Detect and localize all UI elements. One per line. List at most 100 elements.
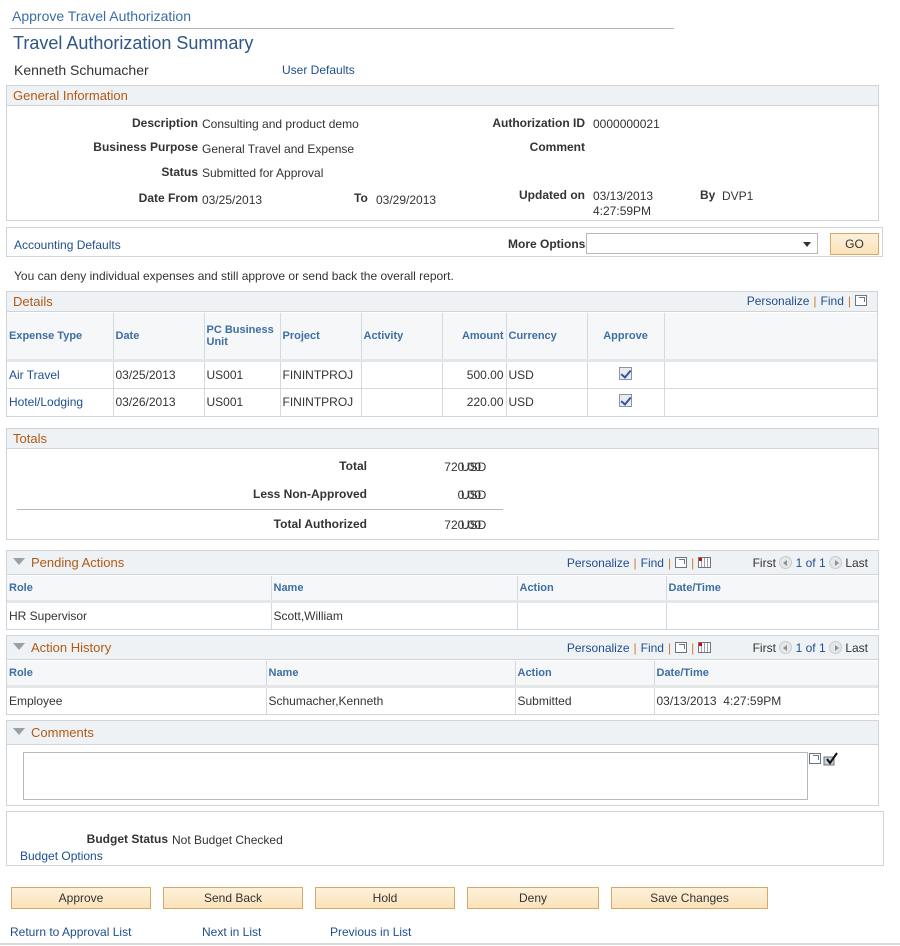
name-cell: Schumacher,Kenneth: [266, 686, 516, 714]
column-header[interactable]: Project: [280, 313, 362, 362]
updated-by-value: DVP1: [722, 189, 754, 203]
description-value: Consulting and product demo: [202, 117, 359, 131]
table-row: HR Supervisor Scott,William: [7, 601, 878, 629]
previous-page-icon[interactable]: [779, 641, 793, 654]
column-header[interactable]: Name: [271, 576, 518, 603]
expense-type-link[interactable]: Air Travel: [9, 368, 60, 382]
status-value: Submitted for Approval: [202, 166, 324, 180]
personalize-link[interactable]: Personalize: [747, 294, 810, 308]
collapse-icon[interactable]: [13, 728, 25, 735]
project-cell: FININTPROJ: [280, 360, 362, 389]
view-all-icon[interactable]: [675, 642, 688, 653]
project-cell: FININTPROJ: [280, 388, 362, 416]
column-header[interactable]: Action: [515, 661, 655, 688]
go-button[interactable]: GO: [830, 233, 879, 255]
table-row: Hotel/Lodging 03/26/2013 US001 FININTPRO…: [7, 388, 877, 416]
section-title: Comments: [31, 725, 94, 740]
comment-label: Comment: [529, 140, 585, 154]
budget-status-value: Not Budget Checked: [172, 833, 283, 847]
previous-in-list-link[interactable]: Previous in List: [330, 925, 411, 939]
find-link[interactable]: Find: [641, 556, 664, 570]
accounting-defaults-link[interactable]: Accounting Defaults: [14, 238, 121, 252]
less-non-approved-label: Less Non-Approved: [252, 487, 367, 501]
deny-button[interactable]: Deny: [467, 887, 599, 909]
approve-button[interactable]: Approve: [11, 887, 151, 909]
download-spreadsheet-icon[interactable]: [698, 642, 712, 653]
breadcrumb[interactable]: Approve Travel Authorization: [12, 8, 191, 24]
currency-cell: USD: [506, 360, 588, 389]
datetime-cell: 03/13/2013 4:27:59PM: [656, 693, 782, 708]
column-header[interactable]: Name: [266, 661, 516, 688]
grid-toolbar: Personalize | Find | | First 1 of 1 Last: [567, 556, 868, 570]
amount-cell: 500.00: [442, 360, 507, 389]
expand-text-icon[interactable]: [809, 753, 821, 764]
download-spreadsheet-icon[interactable]: [698, 557, 712, 568]
section-header: General Information: [7, 86, 878, 106]
section-header: Details Personalize | Find |: [7, 292, 877, 312]
more-options-dropdown[interactable]: [586, 233, 818, 254]
view-all-icon[interactable]: [675, 557, 688, 568]
budget-options-link[interactable]: Budget Options: [20, 849, 103, 863]
send-back-button[interactable]: Send Back: [163, 887, 303, 909]
empty-cell: [664, 360, 877, 389]
column-header[interactable]: Currency: [506, 313, 588, 362]
budget-status-label: Budget Status: [86, 832, 168, 846]
hold-button[interactable]: Hold: [315, 887, 455, 909]
user-defaults-link[interactable]: User Defaults: [282, 63, 355, 77]
date-to-label: To: [354, 191, 368, 205]
next-page-icon[interactable]: [828, 556, 842, 569]
section-title: Details: [13, 294, 53, 309]
column-header[interactable]: Date/Time: [666, 576, 878, 603]
column-header[interactable]: Amount: [442, 313, 507, 362]
collapse-icon[interactable]: [13, 643, 25, 650]
last-label: Last: [845, 641, 868, 655]
column-header[interactable]: Activity: [361, 313, 443, 362]
column-header[interactable]: Role: [7, 576, 272, 603]
totals-divider: [17, 509, 503, 510]
spell-check-icon[interactable]: [823, 752, 839, 766]
column-header[interactable]: PC Business Unit: [204, 313, 281, 362]
find-link[interactable]: Find: [641, 641, 664, 655]
date-to-value: 03/29/2013: [376, 193, 437, 207]
column-header[interactable]: Role: [7, 661, 267, 688]
collapse-icon[interactable]: [13, 558, 25, 565]
approve-checkbox[interactable]: [619, 366, 632, 380]
column-header[interactable]: Date/Time: [654, 661, 878, 688]
updated-on-date: 03/13/2013: [593, 189, 654, 203]
separator: |: [847, 294, 851, 308]
name-cell: Scott,William: [271, 601, 518, 629]
return-to-approval-list-link[interactable]: Return to Approval List: [10, 925, 131, 939]
action-cell: [517, 601, 667, 629]
view-all-icon[interactable]: [855, 295, 867, 306]
next-in-list-link[interactable]: Next in List: [202, 925, 261, 939]
section-header[interactable]: Pending Actions Personalize | Find | | First…: [7, 551, 878, 575]
next-page-icon[interactable]: [828, 641, 842, 654]
personalize-link[interactable]: Personalize: [567, 641, 630, 655]
approve-checkbox[interactable]: [619, 394, 632, 408]
section-header[interactable]: Comments: [7, 721, 878, 745]
previous-page-icon[interactable]: [779, 556, 793, 569]
column-header[interactable]: Expense Type: [7, 313, 114, 362]
breadcrumb-divider: [10, 28, 674, 29]
footer-divider: [0, 943, 900, 945]
authorization-id-label: Authorization ID: [492, 116, 585, 130]
column-header[interactable]: Action: [517, 576, 667, 603]
employee-name: Kenneth Schumacher: [14, 62, 149, 78]
column-header[interactable]: Approve: [587, 313, 665, 362]
total-currency: USD: [461, 460, 487, 474]
pending-actions-grid: Role Name Action Date/Time HR Supervisor…: [7, 576, 878, 629]
separator: |: [691, 556, 695, 570]
updated-on-label: Updated on: [519, 188, 585, 202]
expense-type-link[interactable]: Hotel/Lodging: [9, 395, 83, 409]
section-header[interactable]: Action History Personalize | Find | | First …: [7, 636, 878, 660]
personalize-link[interactable]: Personalize: [567, 556, 630, 570]
save-changes-button[interactable]: Save Changes: [611, 887, 768, 909]
currency-cell: USD: [506, 388, 588, 416]
page-info: 1 of 1: [795, 641, 826, 655]
activity-cell: [361, 360, 443, 389]
info-message: You can deny individual expenses and sti…: [14, 269, 454, 283]
comments-textarea[interactable]: [23, 752, 808, 800]
find-link[interactable]: Find: [821, 294, 844, 308]
separator: |: [667, 641, 672, 655]
column-header[interactable]: Date: [113, 313, 205, 362]
